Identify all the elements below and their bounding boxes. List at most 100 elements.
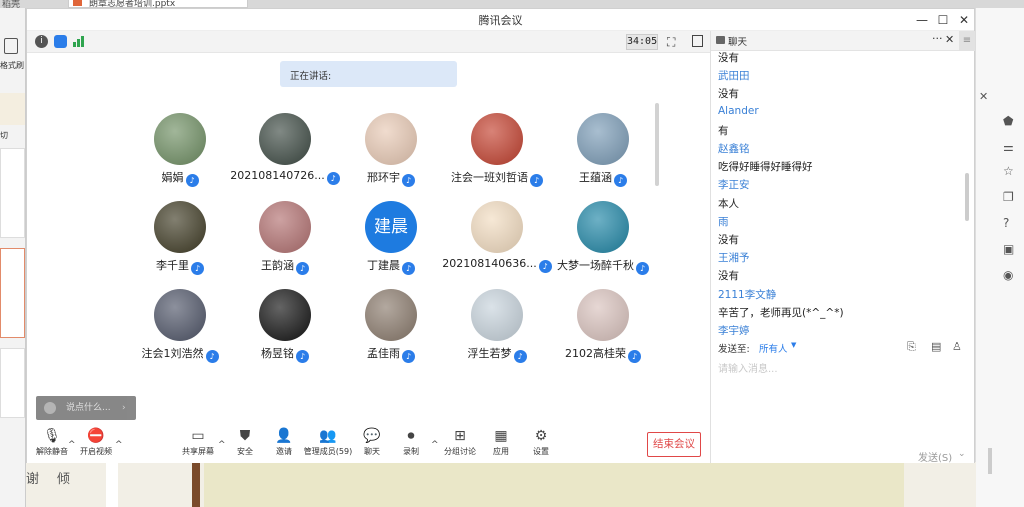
chat-message-list: 没有 武田田 没有 Alander 有赵鑫铭 吃得好睡得好睡得好 李正安 本人雨没有 王湘予 没有… [711, 51, 975, 335]
avatar [577, 289, 629, 341]
location-icon[interactable]: ◉ [1003, 268, 1013, 282]
mic-icon: ♪ [402, 174, 415, 187]
chat-sender: 武田田 [718, 70, 750, 83]
end-meeting-button[interactable]: 结束会议 [647, 432, 701, 457]
info-icon[interactable]: i [35, 35, 48, 48]
apps-icon: ▦ [494, 428, 508, 444]
fullscreen-icon[interactable]: ⛶ [667, 35, 675, 50]
shield-icon[interactable] [54, 35, 67, 48]
participant-tile[interactable]: 孟佳雨 ♪ [338, 289, 444, 374]
file-icon[interactable]: ⎘ [907, 340, 916, 354]
host-app-titlebar: 稻壳 朗章志愿者培训.pptx [0, 0, 1024, 10]
participant-tile[interactable]: 王韵涵 ♪ [232, 201, 338, 286]
chat-header: 聊天 ··· ✕ ≡ [711, 31, 975, 51]
stage-scrollbar[interactable] [655, 103, 659, 186]
slide-thumbnail[interactable] [0, 248, 25, 338]
shield-icon: ⛊ [239, 428, 251, 444]
participant-name-text: 邢环宇 [367, 171, 400, 184]
avatar [259, 289, 311, 341]
image-icon[interactable]: ▣ [1003, 242, 1014, 256]
participant-tile[interactable]: 202108140726... ♪ [230, 113, 340, 198]
participant-name: 李千里 ♪ [119, 257, 241, 275]
participant-tile[interactable]: 注会1刘浩然 ♪ [127, 289, 233, 374]
participant-tile[interactable]: 王蕴涵 ♪ [550, 113, 656, 198]
host-scrollbar[interactable] [988, 448, 992, 474]
participant-tile[interactable]: 邢环宇 ♪ [338, 113, 444, 198]
chevron-up-icon[interactable]: ^ [115, 440, 123, 450]
share-screen-button[interactable]: ▭ 共享屏幕 [173, 428, 223, 462]
chat-message: 没有 [718, 88, 739, 101]
maximize-button[interactable]: ☐ [934, 11, 952, 29]
emoji-icon[interactable] [44, 402, 56, 414]
mic-icon: ♪ [205, 350, 219, 363]
user-icon[interactable]: ♙ [952, 340, 962, 353]
sliders-icon[interactable]: ⚌ [1003, 140, 1014, 154]
start-video-button[interactable]: ⛔ 开启视频 [71, 428, 121, 462]
slide-thumbnail[interactable] [0, 93, 25, 125]
format-painter-label: 格式刷 [0, 61, 24, 70]
chat-bubble-placeholder: 说点什么... [66, 403, 111, 413]
chat-message: 有 [718, 124, 729, 137]
speaking-indicator: 正在讲话: [280, 61, 457, 87]
participant-name: 大梦一场醉千秋 ♪ [542, 257, 664, 275]
chat-sender: 赵鑫铭 [718, 143, 750, 155]
record-button[interactable]: ⏺ 录制 [386, 428, 436, 462]
chat-message: 吃得好睡得好睡得好 [718, 161, 813, 174]
star-icon[interactable]: ☆ [1003, 164, 1014, 178]
participant-tile[interactable]: 2102高桂荣 ♪ [550, 289, 656, 374]
close-button[interactable]: ✕ [955, 11, 973, 29]
more-icon[interactable]: ··· [932, 32, 943, 45]
participant-tile[interactable]: 大梦一场醉千秋 ♪ [550, 201, 656, 286]
participant-name: 2102高桂荣 ♪ [542, 345, 664, 363]
participant-tile[interactable]: 杨昱铭 ♪ [232, 289, 338, 374]
close-icon[interactable]: ✕ [979, 90, 988, 103]
chat-sender: 王湘予 [718, 252, 750, 265]
chat-message: 本人 [718, 197, 739, 210]
participant-tile[interactable]: 浮生若梦 ♪ [444, 289, 550, 374]
mic-icon: ♪ [296, 350, 309, 363]
caret-down-icon[interactable]: ▼ [791, 341, 796, 349]
send-button[interactable]: 发送(S) [918, 449, 952, 464]
participant-name-text: 202108140636... [442, 257, 537, 270]
settings-button[interactable]: ⚙ 设置 [516, 428, 566, 462]
host-cut-label: 切 [0, 131, 8, 140]
chat-message: 没有 [718, 234, 739, 246]
chat-input[interactable]: 请输入消息... [718, 360, 778, 375]
slide-image [204, 462, 904, 507]
screenshot-icon[interactable]: ▤ [931, 340, 941, 353]
shape-icon[interactable]: ⬟ [1003, 114, 1013, 128]
chevron-down-icon[interactable]: ⌄ [958, 449, 966, 459]
layout-toggle-icon[interactable] [692, 35, 703, 47]
chat-sender: 李正安 [718, 179, 750, 192]
chat-bubble-input[interactable]: 说点什么... › [36, 396, 136, 420]
add-user-icon: 👤 [275, 428, 293, 444]
slide-thumbnail[interactable] [0, 148, 25, 238]
format-painter-icon[interactable] [4, 38, 18, 54]
send-to-dropdown[interactable]: 所有人 [759, 341, 788, 355]
mic-icon: ♪ [185, 174, 199, 187]
members-icon: 👥 [319, 428, 337, 444]
chevron-right-icon[interactable]: › [122, 396, 126, 420]
avatar [154, 201, 206, 253]
close-icon[interactable]: ✕ [945, 33, 954, 46]
signal-icon[interactable] [73, 35, 85, 47]
minimize-button[interactable]: — [913, 11, 931, 29]
participant-tile[interactable]: 娟娟 ♪ [127, 113, 233, 198]
avatar [259, 201, 311, 253]
chat-scrollbar[interactable] [965, 173, 969, 221]
avatar [577, 201, 629, 253]
chat-title: 聊天 [728, 37, 748, 48]
participant-tile[interactable]: 注会一班刘哲语 ♪ [444, 113, 550, 198]
slide-thumbnail[interactable] [0, 348, 25, 418]
participant-tile[interactable]: 建晨 丁建晨 ♪ [338, 201, 444, 286]
mic-icon: ♪ [402, 262, 415, 275]
participant-tile[interactable]: 李千里 ♪ [127, 201, 233, 286]
help-icon[interactable]: ? [1003, 216, 1009, 230]
participant-tile[interactable]: 202108140636... ♪ [442, 201, 552, 286]
participant-name: 丁建晨 ♪ [330, 257, 452, 275]
copy-icon[interactable]: ❐ [1003, 190, 1014, 204]
chat-sender: 2111李文静 [718, 288, 777, 301]
host-document-tab[interactable]: 朗章志愿者培训.pptx [68, 0, 248, 9]
participant-name: 杨昱铭 ♪ [224, 345, 346, 363]
menu-icon[interactable]: ≡ [959, 31, 975, 51]
